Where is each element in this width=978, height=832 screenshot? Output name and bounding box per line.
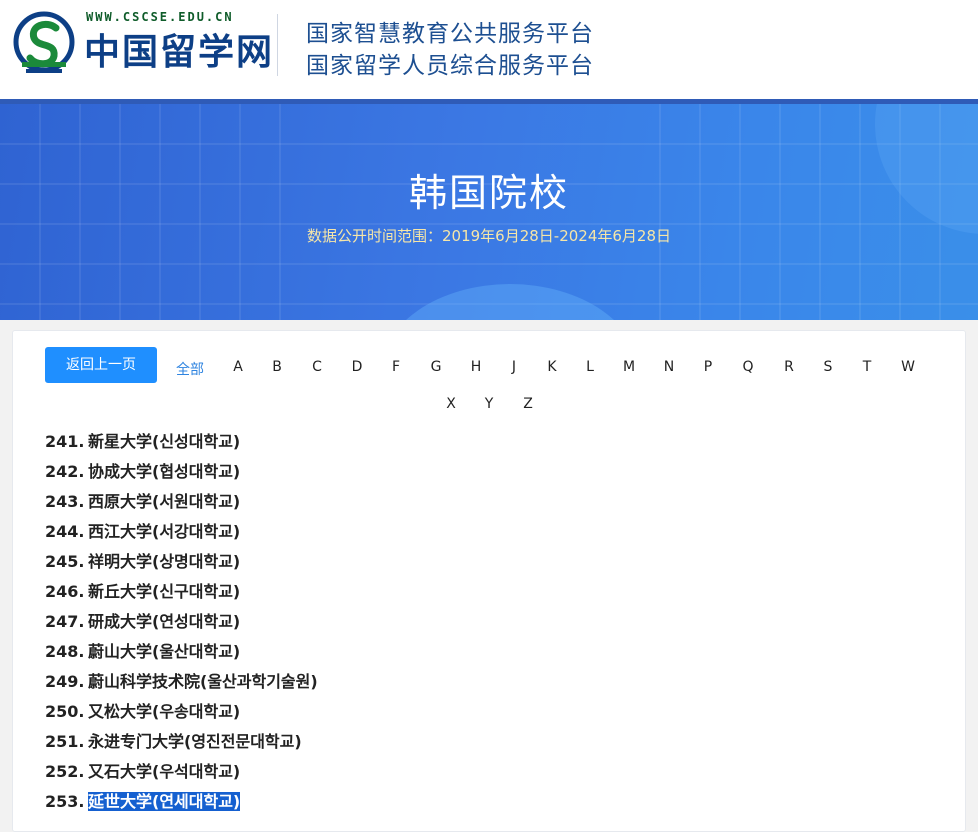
item-number: 245. bbox=[45, 552, 85, 571]
list-item[interactable]: 246. 新丘大学(신구대학교) bbox=[45, 581, 318, 611]
filter-letter[interactable]: R bbox=[784, 359, 794, 375]
list-item[interactable]: 249. 蔚山科学技术院(울산과학기술원) bbox=[45, 671, 318, 701]
item-number: 246. bbox=[45, 582, 85, 601]
filter-letter[interactable]: B bbox=[272, 359, 282, 375]
university-name[interactable]: 又石大学(우석대학교) bbox=[88, 762, 240, 781]
filter-letter[interactable]: F bbox=[392, 359, 400, 375]
filter-letter[interactable]: D bbox=[352, 359, 363, 375]
filter-letter[interactable]: N bbox=[664, 359, 674, 375]
list-item[interactable]: 248. 蔚山大学(울산대학교) bbox=[45, 641, 318, 671]
list-item[interactable]: 250. 又松大学(우송대학교) bbox=[45, 701, 318, 731]
list-item[interactable]: 242. 协成大学(협성대학교) bbox=[45, 461, 318, 491]
filter-letter[interactable]: P bbox=[704, 359, 712, 375]
university-name[interactable]: 西江大学(서강대학교) bbox=[88, 522, 240, 541]
filter-letter[interactable]: Y bbox=[485, 396, 494, 412]
item-number: 241. bbox=[45, 432, 85, 451]
site-header: WWW.CSCSE.EDU.CN 中国留学网 国家智慧教育公共服务平台 国家留学… bbox=[0, 0, 978, 100]
university-name[interactable]: 协成大学(협성대학교) bbox=[88, 462, 240, 481]
university-name[interactable]: 西原大学(서원대학교) bbox=[88, 492, 240, 511]
item-number: 253. bbox=[45, 792, 85, 811]
filter-letter[interactable]: L bbox=[586, 359, 594, 375]
filter-letter[interactable]: X bbox=[446, 396, 456, 412]
data-date-range: 数据公开时间范围：2019年6月28日-2024年6月28日 bbox=[306, 227, 672, 245]
list-item[interactable]: 243. 西原大学(서원대학교) bbox=[45, 491, 318, 521]
filter-letter[interactable]: A bbox=[233, 359, 243, 375]
cscse-logo-icon[interactable] bbox=[12, 10, 76, 78]
filter-letter[interactable]: G bbox=[431, 359, 442, 375]
university-name[interactable]: 祥明大学(상명대학교) bbox=[88, 552, 240, 571]
university-name[interactable]: 研成大学(연성대학교) bbox=[88, 612, 240, 631]
filter-letter[interactable]: K bbox=[547, 359, 556, 375]
item-number: 247. bbox=[45, 612, 85, 631]
item-number: 242. bbox=[45, 462, 85, 481]
list-item[interactable]: 247. 研成大学(연성대학교) bbox=[45, 611, 318, 641]
filter-letter[interactable]: Q bbox=[742, 359, 753, 375]
filter-letter[interactable]: T bbox=[863, 359, 872, 375]
item-number: 248. bbox=[45, 642, 85, 661]
filter-letter[interactable]: M bbox=[623, 359, 635, 375]
item-number: 252. bbox=[45, 762, 85, 781]
list-item[interactable]: 244. 西江大学(서강대학교) bbox=[45, 521, 318, 551]
university-name[interactable]: 蔚山科学技术院(울산과학기술원) bbox=[88, 672, 318, 691]
list-item[interactable]: 251. 永进专门大学(영진전문대학교) bbox=[45, 731, 318, 761]
filter-letter[interactable]: W bbox=[901, 359, 915, 375]
list-item[interactable]: 245. 祥明大学(상명대학교) bbox=[45, 551, 318, 581]
university-name[interactable]: 又松大学(우송대학교) bbox=[88, 702, 240, 721]
platform-name-2: 国家留学人员综合服务平台 bbox=[306, 53, 594, 79]
item-number: 249. bbox=[45, 672, 85, 691]
filter-letter[interactable]: C bbox=[312, 359, 322, 375]
university-name-selected[interactable]: 延世大学(연세대학교) bbox=[88, 792, 241, 811]
list-item[interactable]: 241. 新星大学(신성대학교) bbox=[45, 431, 318, 461]
item-number: 251. bbox=[45, 732, 85, 751]
filter-letter[interactable]: S bbox=[824, 359, 833, 375]
platform-name-1: 国家智慧教育公共服务平台 bbox=[306, 21, 594, 47]
filter-letter[interactable]: H bbox=[471, 359, 482, 375]
university-list: 241. 新星大学(신성대학교) 242. 协成大学(협성대학교) 243. 西原大学… bbox=[45, 431, 318, 821]
page-banner: 韩国院校 数据公开时间范围：2019年6月28日-2024年6月28日 bbox=[0, 104, 978, 320]
university-list-panel: 返回上一页 全部 A B C D F G H J K L M N P Q R S… bbox=[12, 330, 966, 832]
page-title: 韩国院校 bbox=[408, 171, 569, 215]
filter-letter[interactable]: J bbox=[512, 359, 516, 375]
university-name[interactable]: 新星大学(신성대학교) bbox=[88, 432, 240, 451]
back-button[interactable]: 返回上一页 bbox=[45, 347, 157, 383]
list-item[interactable]: 252. 又石大学(우석대학교) bbox=[45, 761, 318, 791]
filter-letter[interactable]: Z bbox=[523, 396, 533, 412]
logo-url-text: WWW.CSCSE.EDU.CN bbox=[86, 10, 234, 24]
university-name[interactable]: 新丘大学(신구대학교) bbox=[88, 582, 240, 601]
item-number: 243. bbox=[45, 492, 85, 511]
item-number: 244. bbox=[45, 522, 85, 541]
header-divider bbox=[277, 14, 278, 76]
logo-name[interactable]: 中国留学网 bbox=[84, 30, 274, 74]
item-number: 250. bbox=[45, 702, 85, 721]
filter-all[interactable]: 全部 bbox=[176, 359, 204, 379]
list-item[interactable]: 253. 延世大学(연세대학교) bbox=[45, 791, 318, 821]
university-name[interactable]: 永进专门大学(영진전문대학교) bbox=[88, 732, 302, 751]
university-name[interactable]: 蔚山大学(울산대학교) bbox=[88, 642, 240, 661]
